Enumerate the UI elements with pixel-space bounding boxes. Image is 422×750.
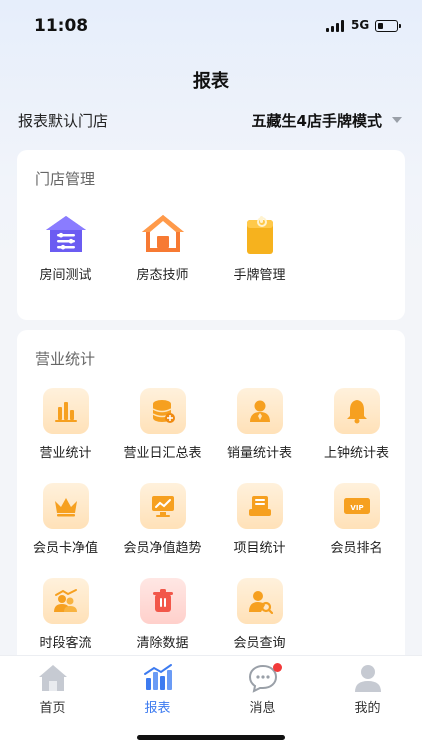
tab-label: 我的 bbox=[354, 701, 381, 716]
member-ranking-item[interactable]: VIP 会员排名 bbox=[308, 483, 405, 556]
trash-icon bbox=[139, 578, 186, 624]
section-title: 营业统计 bbox=[35, 350, 96, 368]
list-icon bbox=[236, 483, 283, 529]
clock-in-stats-item[interactable]: 上钟统计表 bbox=[308, 388, 405, 461]
section-title: 门店管理 bbox=[35, 170, 96, 188]
profile-icon bbox=[352, 662, 384, 694]
project-stats-item[interactable]: 项目统计 bbox=[211, 483, 308, 556]
crown-icon bbox=[42, 483, 89, 529]
item-label: 项目统计 bbox=[233, 541, 286, 556]
item-label: 清除数据 bbox=[136, 636, 189, 651]
home-indicator bbox=[137, 735, 285, 740]
tab-label: 消息 bbox=[249, 701, 276, 716]
store-label: 报表默认门店 bbox=[18, 112, 109, 130]
status-time: 11:08 bbox=[34, 16, 89, 36]
tab-messages[interactable]: 消息 bbox=[210, 656, 315, 716]
tab-home[interactable]: 首页 bbox=[0, 656, 105, 716]
home-icon bbox=[37, 662, 69, 694]
tab-label: 首页 bbox=[39, 701, 66, 716]
item-label: 时段客流 bbox=[39, 636, 92, 651]
daily-summary-item[interactable]: 营业日汇总表 bbox=[114, 388, 211, 461]
signal-icon bbox=[326, 20, 344, 32]
room-settings-icon bbox=[44, 212, 88, 256]
member-search-icon bbox=[236, 578, 283, 624]
tab-label: 报表 bbox=[144, 701, 171, 716]
store-value[interactable]: 五藏生4店手牌模式 bbox=[252, 110, 382, 131]
tag-management-item[interactable]: 手牌管理 bbox=[211, 212, 308, 283]
network-type: 5G bbox=[351, 18, 370, 32]
item-label: 会员排名 bbox=[330, 541, 383, 556]
house-icon bbox=[141, 212, 185, 256]
item-label: 会员净值趋势 bbox=[123, 541, 202, 556]
store-selector[interactable]: 报表默认门店 五藏生4店手牌模式 bbox=[18, 110, 404, 132]
item-label: 会员查询 bbox=[233, 636, 286, 651]
bar-chart-icon bbox=[42, 388, 89, 434]
store-management-card: 门店管理 房间测试 房态技师 手牌管理 bbox=[17, 150, 405, 320]
item-label: 营业统计 bbox=[39, 446, 92, 461]
tab-profile[interactable]: 我的 bbox=[315, 656, 420, 716]
business-stats-card: 营业统计 营业统计 营业日汇总表 销量统计表 上钟统计表 会员卡净值 会员净值趋… bbox=[17, 330, 405, 670]
member-value-trend-item[interactable]: 会员净值趋势 bbox=[114, 483, 211, 556]
room-technician-item[interactable]: 房态技师 bbox=[114, 212, 211, 283]
period-traffic-item[interactable]: 时段客流 bbox=[17, 578, 114, 651]
people-trend-icon bbox=[42, 578, 89, 624]
member-card-value-item[interactable]: 会员卡净值 bbox=[17, 483, 114, 556]
business-stats-item[interactable]: 营业统计 bbox=[17, 388, 114, 461]
notification-badge bbox=[272, 663, 282, 672]
room-test-item[interactable]: 房间测试 bbox=[17, 212, 114, 283]
status-bar: 11:08 5G bbox=[0, 0, 422, 52]
battery-icon bbox=[375, 20, 401, 32]
item-label: 房态技师 bbox=[136, 268, 189, 283]
vip-card-icon: VIP bbox=[333, 483, 380, 529]
message-icon bbox=[247, 662, 282, 694]
item-label: 销量统计表 bbox=[226, 446, 292, 461]
person-icon bbox=[236, 388, 283, 434]
page-title: 报表 bbox=[193, 71, 229, 92]
svg-text:VIP: VIP bbox=[350, 504, 363, 512]
item-label: 手牌管理 bbox=[233, 268, 286, 283]
item-label: 营业日汇总表 bbox=[123, 446, 202, 461]
bell-icon bbox=[333, 388, 380, 434]
caret-down-icon[interactable] bbox=[392, 117, 402, 123]
report-icon bbox=[142, 662, 174, 694]
item-label: 上钟统计表 bbox=[323, 446, 389, 461]
member-search-item[interactable]: 会员查询 bbox=[211, 578, 308, 651]
coins-icon bbox=[139, 388, 186, 434]
tab-report[interactable]: 报表 bbox=[105, 656, 210, 716]
sales-stats-item[interactable]: 销量统计表 bbox=[211, 388, 308, 461]
clear-data-item[interactable]: 清除数据 bbox=[114, 578, 211, 651]
trend-monitor-icon bbox=[139, 483, 186, 529]
item-label: 会员卡净值 bbox=[32, 541, 98, 556]
tag-icon bbox=[238, 212, 282, 256]
item-label: 房间测试 bbox=[39, 268, 92, 283]
